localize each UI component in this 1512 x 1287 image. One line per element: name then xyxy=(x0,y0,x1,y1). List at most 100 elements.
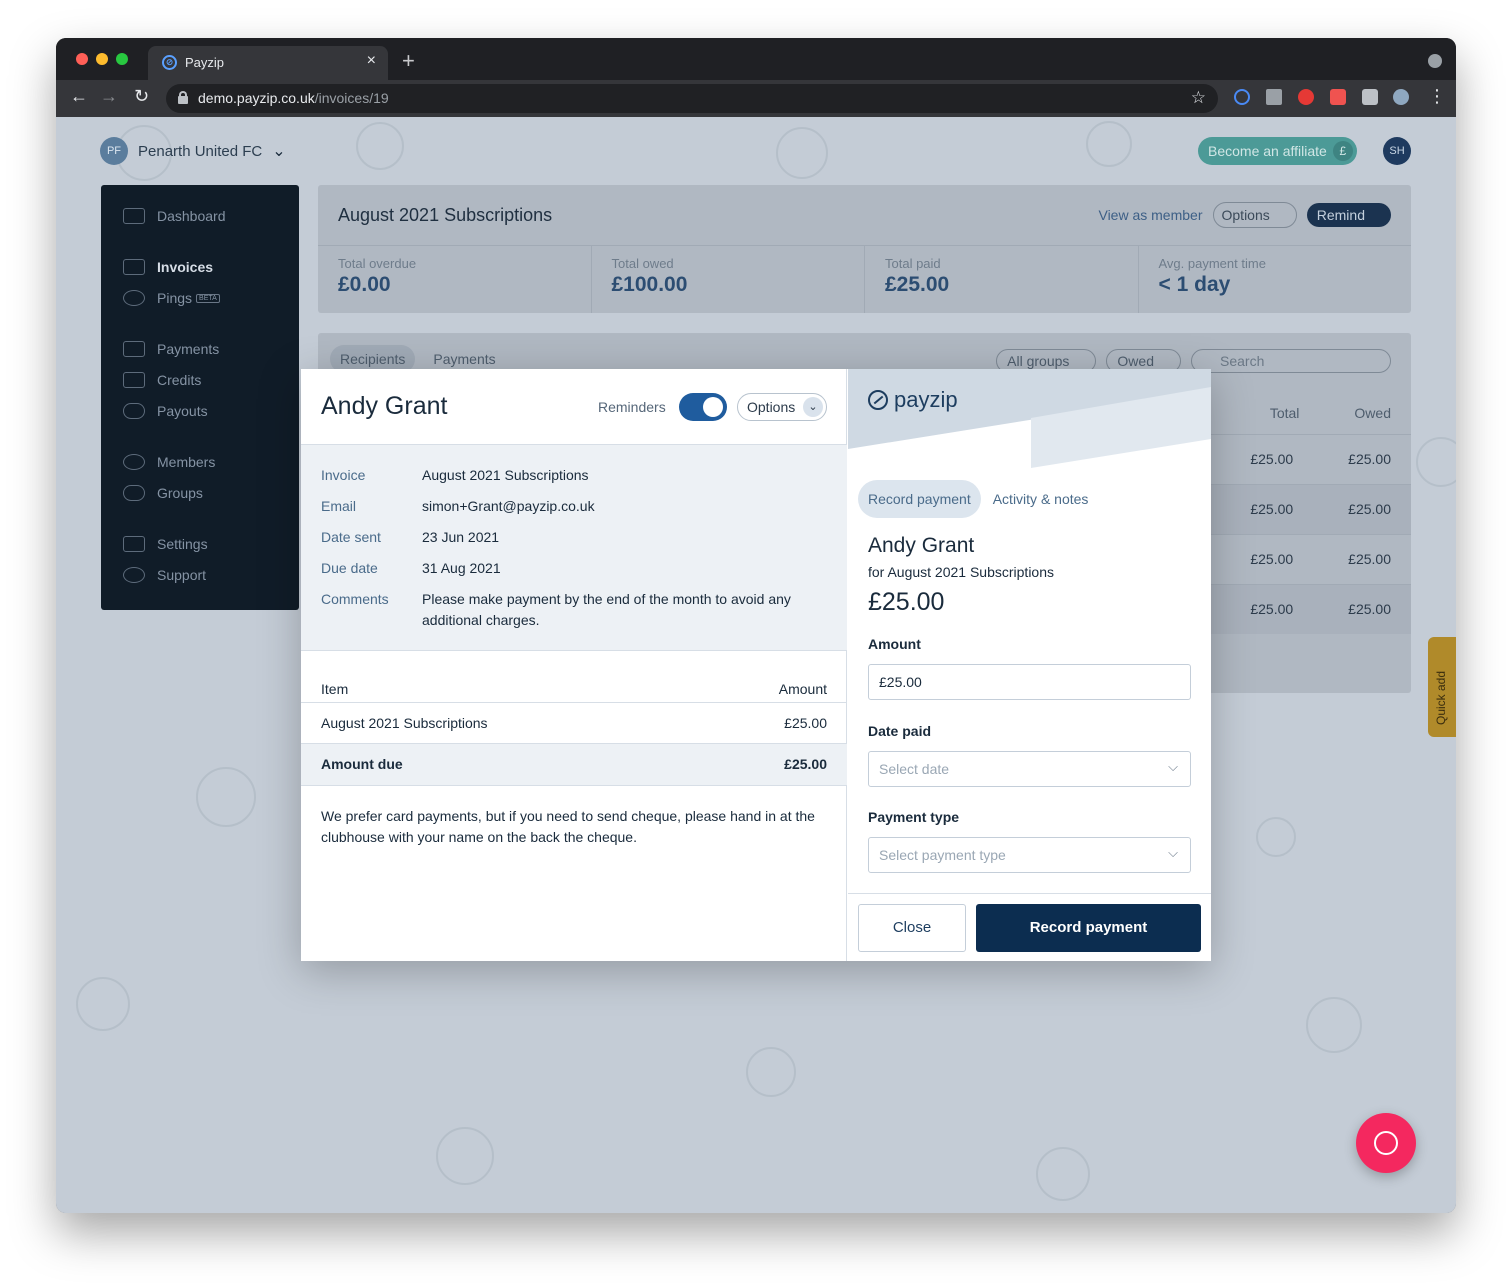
tab-search-icon[interactable] xyxy=(1428,54,1442,68)
chevron-down-icon: ⌄ xyxy=(803,397,823,417)
chat-button[interactable] xyxy=(1356,1113,1416,1173)
user-icon xyxy=(123,454,145,470)
date-paid-select[interactable]: Select date ⌵ xyxy=(868,751,1191,787)
back-icon[interactable]: ← xyxy=(70,86,88,107)
row-owed: £25.00 xyxy=(1348,501,1391,517)
sidebar-item-credits[interactable]: Credits xyxy=(123,370,201,390)
minimize-window-icon[interactable] xyxy=(96,53,108,65)
view-as-member-link[interactable]: View as member xyxy=(1098,207,1202,223)
chevron-down-icon: ⌄ xyxy=(272,143,286,160)
payment-for: for August 2021 Subscriptions xyxy=(868,564,1055,580)
bookmark-star-icon[interactable]: ☆ xyxy=(1191,88,1206,108)
detail-label: Email xyxy=(321,498,357,514)
tab-record-payment[interactable]: Record payment xyxy=(858,480,981,518)
payment-type-select[interactable]: Select payment type ⌵ xyxy=(868,837,1191,873)
row-owed: £25.00 xyxy=(1348,551,1391,567)
row-owed: £25.00 xyxy=(1348,601,1391,617)
new-tab-icon[interactable]: + xyxy=(402,48,415,74)
affiliate-label: Become an affiliate xyxy=(1208,143,1327,159)
brand-banner xyxy=(848,369,1211,468)
line-item: August 2021 Subscriptions £25.00 xyxy=(301,703,847,744)
expand-icon[interactable] xyxy=(1266,89,1282,105)
sidebar-item-settings[interactable]: Settings xyxy=(123,534,208,554)
profile-avatar-icon[interactable] xyxy=(1393,89,1409,105)
credits-icon xyxy=(123,372,145,388)
detail-label: Date sent xyxy=(321,529,381,545)
org-name: Penarth United FC xyxy=(138,142,263,160)
reminders-toggle[interactable] xyxy=(679,393,727,421)
become-affiliate-button[interactable]: Become an affiliate £ xyxy=(1198,137,1357,165)
tab-close-icon[interactable]: × xyxy=(367,52,376,70)
amount-due-label: Amount due xyxy=(321,756,403,772)
amount-input[interactable]: £25.00 xyxy=(868,664,1191,700)
detail-value: August 2021 Subscriptions xyxy=(422,467,589,483)
sidebar-item-label: Credits xyxy=(157,372,202,388)
pound-icon: £ xyxy=(1332,141,1353,161)
sidebar-item-members[interactable]: Members xyxy=(123,452,215,472)
stat-label: Avg. payment time xyxy=(1158,256,1266,271)
sidebar-item-support[interactable]: Support xyxy=(123,565,206,585)
table-header: Total Owed xyxy=(1270,405,1391,421)
chat-icon xyxy=(1374,1131,1398,1155)
user-avatar[interactable]: SH xyxy=(1383,137,1411,165)
chevron-down-icon: ⌵ xyxy=(1168,759,1178,774)
sidebar-item-dashboard[interactable]: Dashboard xyxy=(123,206,226,226)
payzip-logo: payzip xyxy=(868,387,958,413)
invoice-options-button[interactable]: Options xyxy=(1212,202,1297,228)
invoice-stats: Total overdue £0.00 Total owed £100.00 Tot… xyxy=(318,245,1411,313)
reload-icon[interactable]: ↻ xyxy=(134,86,149,107)
browser-tab[interactable]: ⊘ Payzip × xyxy=(148,46,388,80)
quick-add-tab[interactable]: Quick add xyxy=(1428,637,1456,737)
remind-button[interactable]: Remind xyxy=(1306,203,1391,227)
tab-title: Payzip xyxy=(185,55,225,70)
stat-total-paid: Total paid £25.00 xyxy=(865,246,1139,313)
toggle-knob xyxy=(703,397,723,417)
stat-avg-payment-time: Avg. payment time < 1 day xyxy=(1139,246,1412,313)
forward-icon[interactable]: → xyxy=(100,86,118,107)
sidebar-item-label: Pings xyxy=(157,290,193,306)
sidebar-item-pings[interactable]: Pings BETA xyxy=(123,288,220,308)
lifebuoy-icon xyxy=(123,567,145,583)
tab-activity-notes[interactable]: Activity & notes xyxy=(983,480,1099,518)
row-total: £25.00 xyxy=(1250,451,1294,467)
payer-name: Andy Grant xyxy=(868,534,975,557)
sidebar-item-payments[interactable]: Payments xyxy=(123,339,219,359)
detail-label: Comments xyxy=(321,591,389,607)
maximize-window-icon[interactable] xyxy=(116,53,128,65)
pokeball-extension-icon[interactable] xyxy=(1298,89,1314,105)
row-total: £25.00 xyxy=(1250,501,1294,517)
sidebar-item-invoices[interactable]: Invoices xyxy=(123,257,213,277)
amount-column-header: Amount xyxy=(778,681,827,697)
detail-value: 23 Jun 2021 xyxy=(422,529,500,545)
member-invoice-modal: Andy Grant Reminders Options ⌄ Invoice Au… xyxy=(301,369,1211,961)
modal-options-button[interactable]: Options ⌄ xyxy=(737,393,827,421)
card-icon xyxy=(123,341,145,357)
record-payment-button[interactable]: Record payment xyxy=(976,904,1201,952)
password-manager-icon[interactable] xyxy=(1234,89,1250,105)
extensions-puzzle-icon[interactable] xyxy=(1362,89,1378,105)
record-payment-pane: payzip Record payment Activity & notes A… xyxy=(848,369,1211,961)
payzip-favicon-icon: ⊘ xyxy=(162,55,177,70)
row-total: £25.00 xyxy=(1250,551,1294,567)
stat-label: Total owed xyxy=(611,256,674,271)
sidebar-item-label: Groups xyxy=(157,485,203,501)
sidebar-item-groups[interactable]: Groups xyxy=(123,483,203,503)
detail-label: Invoice xyxy=(321,467,366,483)
search-input[interactable]: Search xyxy=(1191,349,1391,373)
detail-value: Please make payment by the end of the mo… xyxy=(422,591,791,628)
browser-titlebar: ⊘ Payzip × + xyxy=(56,38,1456,80)
screen-recorder-extension-icon[interactable] xyxy=(1330,89,1346,105)
stat-total-owed: Total owed £100.00 xyxy=(592,246,865,313)
browser-menu-icon[interactable]: ⋮ xyxy=(1428,86,1446,107)
address-bar[interactable]: demo.payzip.co.uk/invoices/19 ☆ xyxy=(166,84,1218,113)
organisation-switcher[interactable]: PF Penarth United FC ⌄ xyxy=(100,137,286,165)
item-column-header: Item xyxy=(321,681,349,697)
items-header: Item Amount xyxy=(301,669,847,703)
payment-amount-display: £25.00 xyxy=(868,588,945,616)
modal-footer: Close Record payment xyxy=(848,893,1211,961)
page-viewport: PF Penarth United FC ⌄ Become an affilia… xyxy=(56,117,1456,1213)
chart-icon xyxy=(123,208,145,224)
close-button[interactable]: Close xyxy=(858,904,966,952)
close-window-icon[interactable] xyxy=(76,53,88,65)
sidebar-item-payouts[interactable]: Payouts xyxy=(123,401,208,421)
